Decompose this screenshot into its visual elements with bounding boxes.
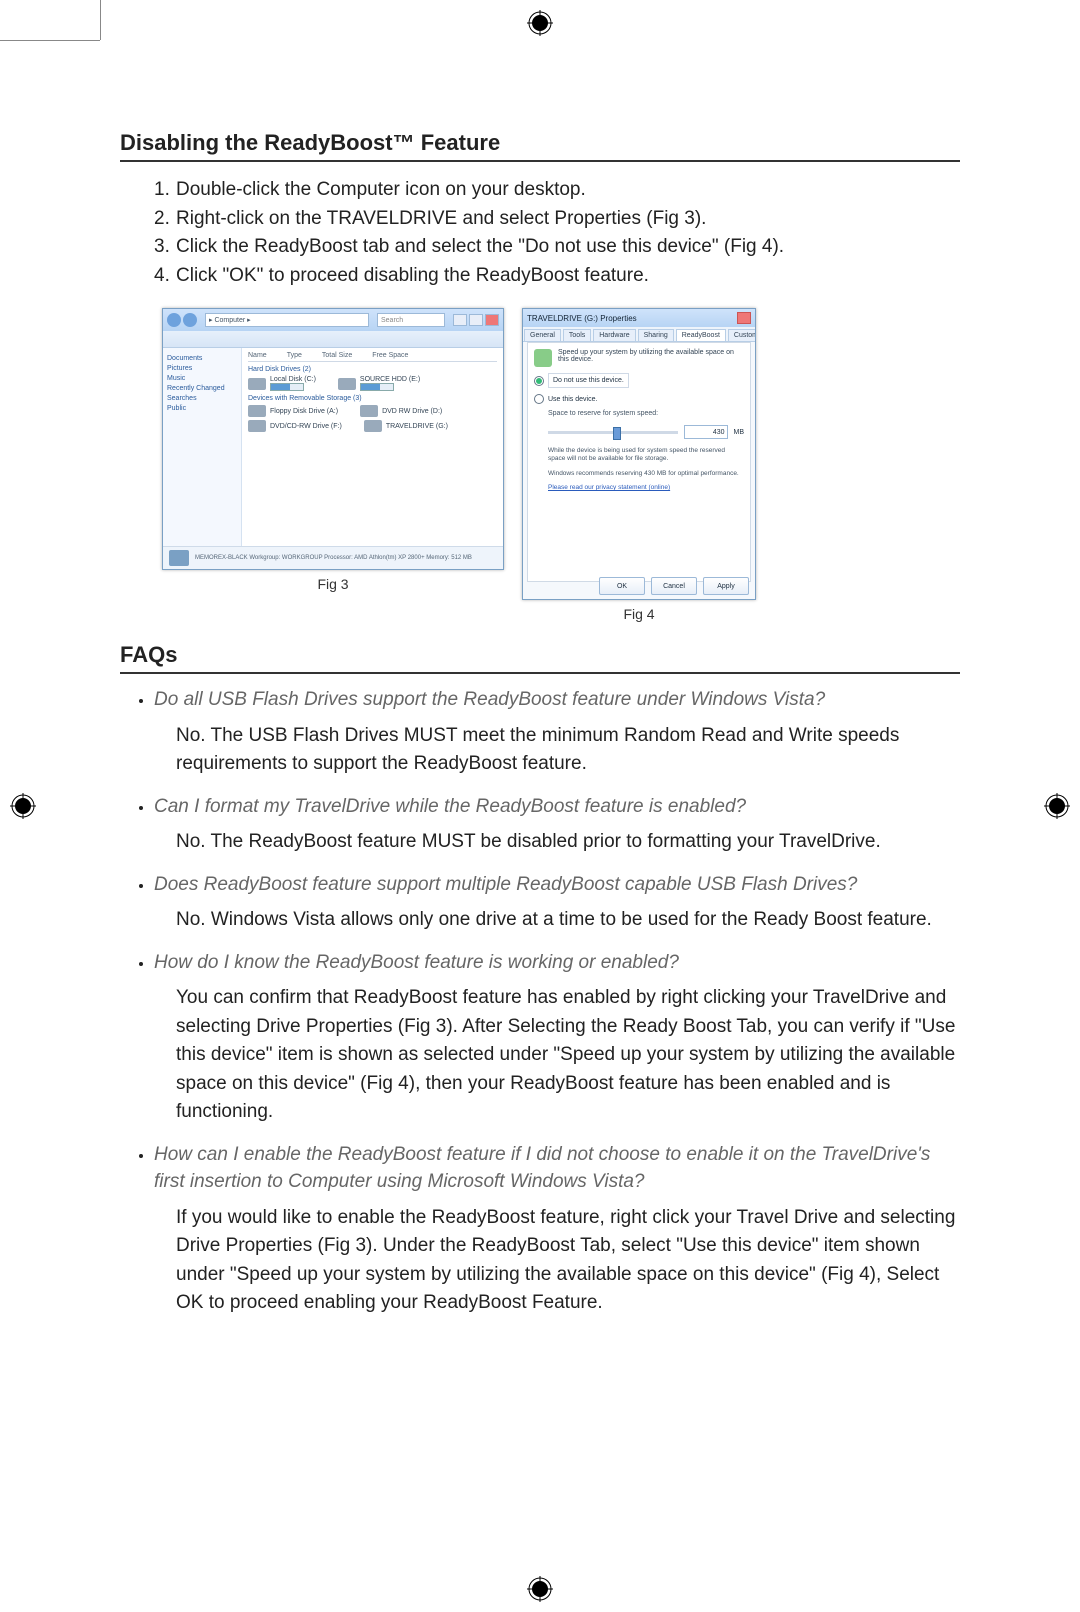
column-header[interactable]: Total Size xyxy=(322,352,352,359)
faq-answer: You can confirm that ReadyBoost feature … xyxy=(176,984,960,1127)
cancel-button[interactable]: Cancel xyxy=(651,577,697,595)
tab-readyboost[interactable]: ReadyBoost xyxy=(676,329,726,341)
faq-list: Do all USB Flash Drives support the Read… xyxy=(120,686,960,1318)
note-text: Windows recommends reserving 430 MB for … xyxy=(548,470,744,478)
sidebar-item[interactable]: Documents xyxy=(167,355,237,362)
drive-item[interactable]: DVD/CD-RW Drive (F:) xyxy=(248,420,342,432)
faq-answer: No. Windows Vista allows only one drive … xyxy=(176,906,960,935)
tab-tools[interactable]: Tools xyxy=(563,329,591,341)
maximize-button[interactable] xyxy=(469,314,483,326)
step-text: Click the ReadyBoost tab and select the … xyxy=(176,233,784,262)
column-header[interactable]: Type xyxy=(287,352,302,359)
drive-item[interactable]: SOURCE HDD (E:) xyxy=(338,376,420,391)
registration-mark-left-icon xyxy=(8,791,38,821)
forward-button[interactable] xyxy=(183,313,197,327)
faq-question: How can I enable the ReadyBoost feature … xyxy=(154,1141,960,1196)
steps-list: 1.Double-click the Computer icon on your… xyxy=(154,176,960,290)
column-header[interactable]: Free Space xyxy=(372,352,408,359)
radio-use-device[interactable]: Use this device. xyxy=(534,394,744,404)
figure-caption: Fig 3 xyxy=(317,576,348,592)
faq-answer: No. The ReadyBoost feature MUST be disab… xyxy=(176,828,960,857)
reserve-label: Space to reserve for system speed: xyxy=(548,410,744,417)
dialog-title: TRAVELDRIVE (G:) Properties xyxy=(527,314,637,323)
step-text: Right-click on the TRAVELDRIVE and selec… xyxy=(176,205,706,234)
sidebar-item[interactable]: Searches xyxy=(167,395,237,402)
note-text: While the device is being used for syste… xyxy=(548,447,744,464)
radio-icon xyxy=(534,394,544,404)
minimize-button[interactable] xyxy=(453,314,467,326)
faq-answer: No. The USB Flash Drives MUST meet the m… xyxy=(176,722,960,779)
faq-question: How do I know the ReadyBoost feature is … xyxy=(154,949,960,977)
sidebar: Documents Pictures Music Recently Change… xyxy=(163,348,242,548)
drive-icon xyxy=(338,378,356,390)
faq-question: Does ReadyBoost feature support multiple… xyxy=(154,871,960,899)
hint-text: Speed up your system by utilizing the av… xyxy=(558,349,744,367)
step-text: Click "OK" to proceed disabling the Read… xyxy=(176,262,649,291)
crop-mark xyxy=(100,0,101,40)
reserve-spinner[interactable]: 430 xyxy=(684,425,728,439)
drive-icon xyxy=(364,420,382,432)
radio-do-not-use[interactable]: Do not use this device. xyxy=(534,373,744,388)
back-button[interactable] xyxy=(167,313,181,327)
status-bar: MEMOREX-BLACK Workgroup: WORKGROUP Proce… xyxy=(163,546,503,569)
close-button[interactable] xyxy=(737,312,751,324)
drive-icon xyxy=(248,378,266,390)
sidebar-item[interactable]: Public xyxy=(167,405,237,412)
tab-customize[interactable]: Customize xyxy=(728,329,756,341)
drive-icon xyxy=(248,420,266,432)
crop-mark xyxy=(0,40,100,41)
drive-item[interactable]: TRAVELDRIVE (G:) xyxy=(364,420,448,432)
section-heading: Disabling the ReadyBoost™ Feature xyxy=(120,130,960,162)
sidebar-item[interactable]: Music xyxy=(167,375,237,382)
sidebar-item[interactable]: Pictures xyxy=(167,365,237,372)
drive-icon xyxy=(360,405,378,417)
registration-mark-bottom-icon xyxy=(525,1574,555,1604)
drive-item[interactable]: Floppy Disk Drive (A:) xyxy=(248,405,338,417)
faq-answer: If you would like to enable the ReadyBoo… xyxy=(176,1204,960,1318)
sidebar-item[interactable]: Recently Changed xyxy=(167,385,237,392)
tab-sharing[interactable]: Sharing xyxy=(638,329,674,341)
group-header: Hard Disk Drives (2) xyxy=(248,366,497,373)
step-text: Double-click the Computer icon on your d… xyxy=(176,176,586,205)
search-input[interactable]: Search xyxy=(377,313,445,327)
radio-icon xyxy=(534,376,544,386)
registration-mark-right-icon xyxy=(1042,791,1072,821)
toolbar xyxy=(163,331,503,348)
column-header[interactable]: Name xyxy=(248,352,267,359)
fig4-properties-dialog: TRAVELDRIVE (G:) Properties General Tool… xyxy=(522,308,756,600)
readyboost-icon xyxy=(534,349,552,367)
fig3-explorer-window: ▸ Computer ▸ Search Documents Pictures M… xyxy=(162,308,504,570)
group-header: Devices with Removable Storage (3) xyxy=(248,395,497,402)
drive-item[interactable]: Local Disk (C:) xyxy=(248,376,316,391)
faq-heading: FAQs xyxy=(120,642,960,674)
address-bar[interactable]: ▸ Computer ▸ xyxy=(205,313,369,327)
drive-icon xyxy=(248,405,266,417)
tab-hardware[interactable]: Hardware xyxy=(593,329,635,341)
reserve-slider[interactable] xyxy=(548,431,678,434)
apply-button[interactable]: Apply xyxy=(703,577,749,595)
close-button[interactable] xyxy=(485,314,499,326)
figure-caption: Fig 4 xyxy=(623,606,654,622)
space-bar xyxy=(270,383,304,391)
drive-item[interactable]: DVD RW Drive (D:) xyxy=(360,405,442,417)
registration-mark-top-icon xyxy=(525,8,555,38)
privacy-link[interactable]: Please read our privacy statement (onlin… xyxy=(548,484,744,491)
computer-icon xyxy=(169,550,189,566)
faq-question: Do all USB Flash Drives support the Read… xyxy=(154,686,960,714)
faq-question: Can I format my TravelDrive while the Re… xyxy=(154,793,960,821)
reserve-unit: MB xyxy=(734,429,745,436)
ok-button[interactable]: OK xyxy=(599,577,645,595)
space-bar xyxy=(360,383,394,391)
tab-general[interactable]: General xyxy=(524,329,561,341)
